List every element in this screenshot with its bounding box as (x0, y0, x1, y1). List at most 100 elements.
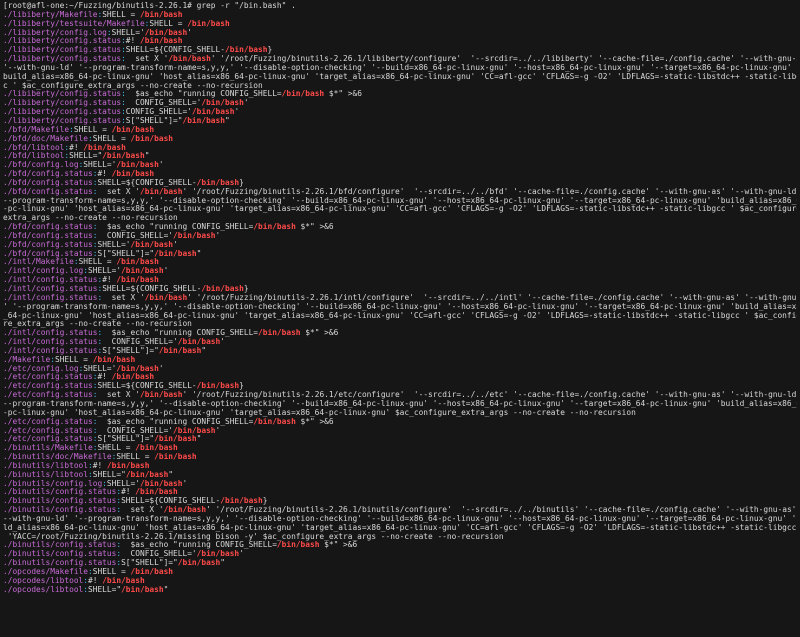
match-text: /bin/bash (116, 258, 159, 267)
output-line: ./bfd/config.log:SHELL='/bin/bash' (3, 161, 797, 170)
line-text: $*" >&6 (319, 541, 358, 550)
output-line: c ' $ac_configure_extra_args --no-create… (3, 82, 797, 91)
line-text: #! (97, 373, 112, 382)
line-text: SHELL=${CONFIG_SHELL- (121, 497, 221, 506)
file-path: ./libiberty/config.status (3, 37, 122, 46)
output-line: ./libiberty/config.status: set X '/bin/b… (3, 55, 797, 64)
line-text: $*" >&6 (300, 329, 339, 338)
terminal-window[interactable]: [root@afl-one:~/Fuzzing/binutils-2.26.1#… (0, 0, 800, 637)
line-text: $*" >&6 (295, 223, 334, 232)
file-path: ./binutils/config.status (3, 541, 117, 550)
line-text: S["SHELL"]=" (121, 559, 178, 568)
output-line: ./opcodes/libtool:#! /bin/bash (3, 577, 797, 586)
output-line: ' '--program-transform-name=s,y,y,' '--d… (3, 303, 797, 312)
file-path: ./etc/config.status (3, 373, 93, 382)
match-text: /bin/bash (139, 391, 183, 400)
file-path: ./libiberty/config.status (3, 108, 122, 117)
output-line: build_alias=x86_64-pc-linux-gnu' 'host_a… (3, 73, 797, 82)
line-text: SHELL = (97, 444, 136, 453)
output-line: ./etc/config.status: set X '/bin/bash' '… (3, 391, 797, 400)
line-text: set X ' (97, 391, 140, 400)
match-text: /bin/bash (116, 276, 159, 285)
output-line: ./binutils/config.status:#! /bin/bash (3, 488, 797, 497)
output-line: ./etc/config.status:#! /bin/bash (3, 373, 797, 382)
match-text: /bin/bash (135, 488, 178, 497)
file-path: ./intl/config.status (3, 346, 98, 355)
file-path: ./binutils/config.status (3, 550, 117, 559)
output-line: ./libiberty/config.status:SHELL=${CONFIG… (3, 46, 797, 55)
output-line: extra_args --no-create --no-recursion (3, 214, 797, 223)
output-line: ./intl/config.status:SHELL=${CONFIG_SHEL… (3, 285, 797, 294)
line-text: #! (69, 143, 84, 152)
output-line: ./binutils/config.status:SHELL=${CONFIG_… (3, 497, 797, 506)
line-text: $as_echo "running CONFIG_SHELL= (97, 223, 254, 232)
output-line: ./libiberty/testsuite/Makefile:SHELL = /… (3, 20, 797, 29)
line-text: SHELL = (54, 355, 93, 364)
line-text: ' (187, 28, 192, 37)
line-text: SHELL=" (92, 470, 126, 479)
output-line: ./intl/config.status: $as_echo "running … (3, 329, 797, 338)
match-text: /bin/bash (139, 37, 183, 46)
file-path: ./bfd/config.log (3, 161, 79, 170)
line-text: SHELL=" (69, 152, 103, 161)
output-line: -pc-linux-gnu' 'host_alias=x86_64-pc-lin… (3, 205, 797, 214)
file-path: ./libiberty/config.log (3, 28, 107, 37)
line-text: CONFIG_SHELL=' (97, 231, 174, 240)
file-path: ./libiberty/config.status (3, 90, 122, 99)
line-text: } (239, 382, 244, 391)
line-text: S["SHELL"]=" (97, 249, 155, 258)
line-text: ' (182, 479, 188, 488)
match-text: /bin/bash (106, 461, 150, 470)
match-text: /bin/bash (130, 568, 174, 576)
line-text: ' (158, 161, 164, 170)
line-text: S["SHELL"]=" (102, 346, 159, 355)
match-text: /bin/bash (177, 338, 221, 347)
file-path: ./etc/config.log (3, 364, 79, 373)
line-text: $*" >&6 (295, 417, 334, 426)
line-text: $as_echo "running CONFIG_SHELL= (102, 329, 259, 338)
match-text: /bin/bash (196, 382, 240, 391)
output-line: ./opcodes/libtool:SHELL="/bin/bash" (3, 586, 797, 595)
line-text: #! (88, 576, 103, 585)
output-line: ./binutils/doc/Makefile:SHELL = /bin/bas… (3, 453, 797, 462)
line-text: ' (163, 267, 169, 276)
line-text: re_extra_args --no-create --no-recursion (3, 320, 192, 329)
match-text: /bin/bash (130, 240, 174, 249)
line-text: SHELL=${CONFIG_SHELL- (102, 285, 202, 293)
line-text: $as_echo "running CONFIG_SHELL= (121, 541, 277, 550)
line-text: SHELL = (102, 10, 140, 19)
file-path: ./bfd/config.status (3, 223, 93, 232)
line-text: " (163, 585, 169, 594)
output-line: ./binutils/Makefile:SHELL = /bin/bash (3, 444, 797, 453)
file-path: ./intl/config.log (3, 267, 84, 276)
file-path: ./binutils/config.status (3, 559, 117, 568)
line-text: ld_alias=x86_64-pc-linux-gnu' 'host_alia… (3, 523, 797, 532)
match-text: /bin/bash (253, 223, 296, 232)
line-text: '--with-gnu-ld' '--program-transform-nam… (3, 63, 797, 72)
output-line: ./etc/config.status: CONFIG_SHELL='/bin/… (3, 427, 797, 436)
line-text: 'YACC=/root/Fuzzing/binutils-2.26.1/miss… (3, 532, 504, 541)
match-text: /bin/bash (154, 453, 197, 462)
match-text: /bin/bash (163, 506, 207, 515)
file-path: ./opcodes/libtool (3, 585, 84, 594)
file-path: ./libiberty/config.status (3, 55, 122, 64)
line-text: SHELL=' (97, 240, 131, 249)
match-text: /bin/bash (182, 116, 225, 125)
output-line: ./opcodes/Makefile:SHELL = /bin/bash (3, 568, 797, 577)
line-text: --program-transform-name=s,y,y,' '--disa… (3, 399, 797, 408)
output-line: ./bfd/doc/Makefile:SHELL = /bin/bash (3, 135, 797, 144)
match-text: /bin/bash (83, 143, 126, 152)
match-text: /bin/bash (135, 444, 178, 453)
line-text: ' (239, 550, 244, 559)
line-text: c ' $ac_configure_extra_args --no-create… (3, 81, 263, 90)
line-text: CONFIG_SHELL=' (102, 338, 178, 347)
output-line: ./intl/Makefile:SHELL = /bin/bash (3, 258, 797, 267)
file-path: ./Makefile (3, 355, 51, 364)
match-text: /bin/bash (276, 541, 320, 550)
line-text: SHELL=' (83, 161, 117, 170)
output-line: ./etc/config.status:S["SHELL"]="/bin/bas… (3, 435, 797, 444)
output-line: ./libiberty/config.status: $as_echo "run… (3, 90, 797, 99)
match-text: /bin/bash (139, 10, 183, 19)
output-line: ./binutils/config.status: set X '/bin/ba… (3, 506, 797, 515)
file-path: ./binutils/config.status (3, 488, 117, 497)
